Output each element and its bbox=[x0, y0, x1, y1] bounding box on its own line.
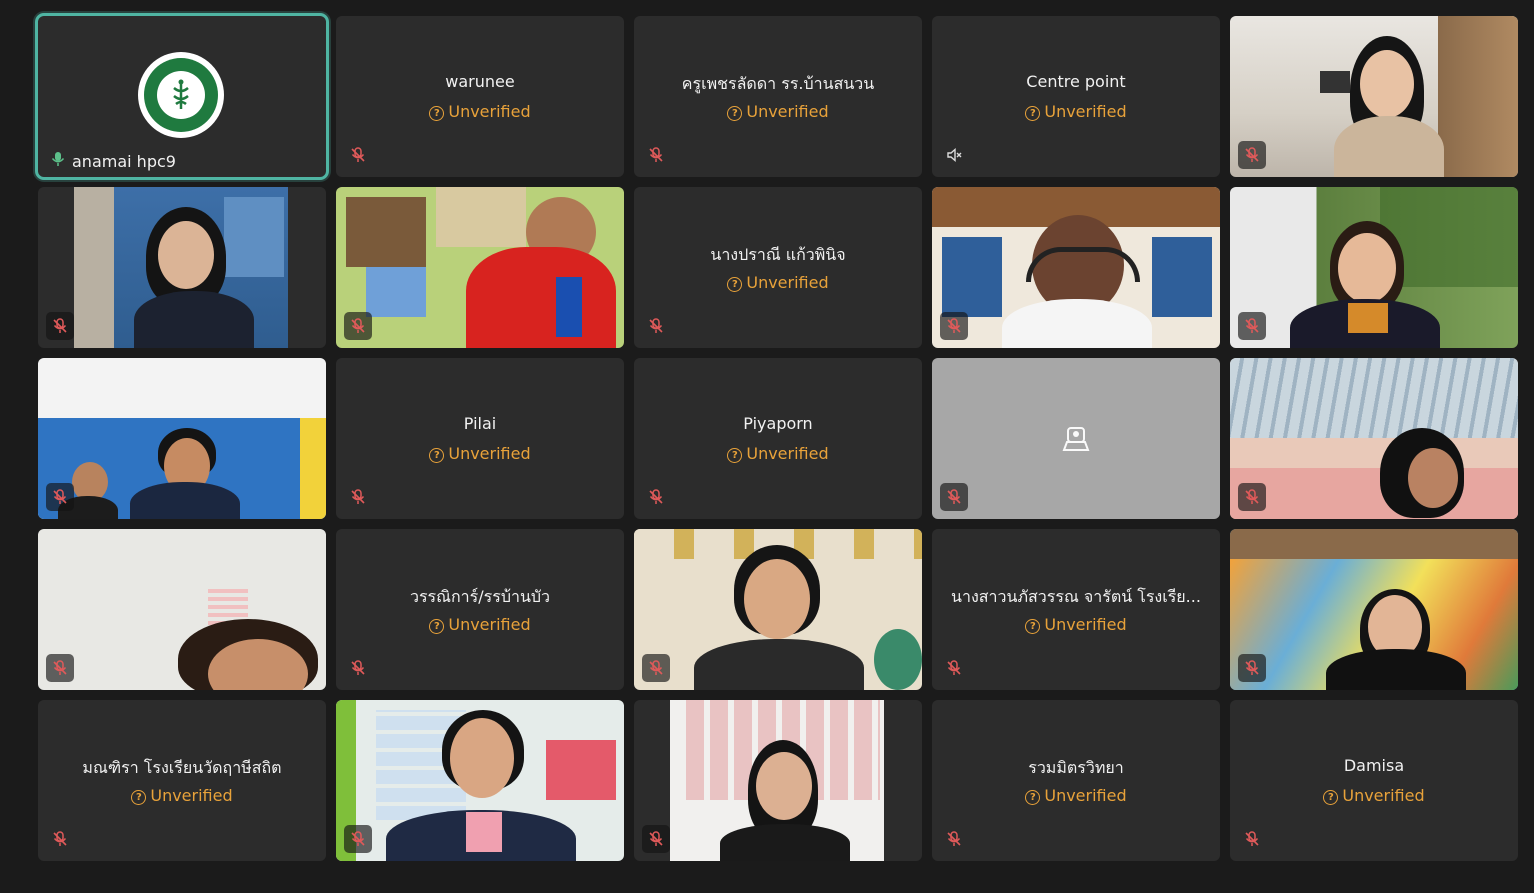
camera-off-icon bbox=[1058, 420, 1094, 460]
unverified-status: ? Unverified bbox=[932, 786, 1220, 805]
participant-tile-video-11[interactable] bbox=[336, 700, 624, 861]
video-feed bbox=[38, 187, 326, 348]
participant-name: Piyaporn bbox=[743, 414, 813, 433]
participant-tile-napatsawan[interactable]: นางสาวนภัสวรรณ จารัตน์ โรงเรีย... ? Unver… bbox=[932, 529, 1220, 690]
unverified-status: ? Unverified bbox=[336, 102, 624, 121]
participant-tile-damisa[interactable]: Damisa ? Unverified bbox=[1230, 700, 1518, 861]
unverified-status: ? Unverified bbox=[38, 786, 326, 805]
participant-tile-camera-off[interactable] bbox=[932, 358, 1220, 519]
mic-muted-icon[interactable] bbox=[344, 654, 372, 682]
participant-tile-video-9[interactable] bbox=[634, 529, 922, 690]
video-feed bbox=[1230, 187, 1518, 348]
participant-tile-petchladda[interactable]: ครูเพชรลัดดา รร.บ้านสนวน ? Unverified bbox=[634, 16, 922, 177]
ministry-logo bbox=[138, 52, 224, 138]
question-icon: ? bbox=[727, 277, 743, 292]
video-feed bbox=[1230, 529, 1518, 690]
mic-muted-icon[interactable] bbox=[344, 141, 372, 169]
mic-muted-icon[interactable] bbox=[642, 141, 670, 169]
participant-name: Damisa bbox=[1343, 756, 1405, 775]
video-feed bbox=[932, 187, 1220, 348]
mic-muted-icon[interactable] bbox=[940, 825, 968, 853]
mic-muted-icon[interactable] bbox=[940, 483, 968, 511]
participant-tile-video-12[interactable] bbox=[634, 700, 922, 861]
unverified-status: ? Unverified bbox=[634, 444, 922, 463]
participant-name: ครูเพชรลัดดา รร.บ้านสนวน bbox=[681, 74, 875, 93]
participant-tile-warunee[interactable]: warunee ? Unverified bbox=[336, 16, 624, 177]
video-feed bbox=[38, 358, 326, 519]
unverified-status: ? Unverified bbox=[634, 273, 922, 292]
mic-muted-icon[interactable] bbox=[46, 654, 74, 682]
participant-name: นางสาวนภัสวรรณ จารัตน์ โรงเรีย... bbox=[951, 587, 1201, 606]
participant-tile-centre-point[interactable]: Centre point ? Unverified bbox=[932, 16, 1220, 177]
unverified-status: ? Unverified bbox=[1230, 786, 1518, 805]
question-icon: ? bbox=[1025, 106, 1041, 121]
mic-muted-icon[interactable] bbox=[1238, 312, 1266, 340]
participant-tile-monthira[interactable]: มณฑิรา โรงเรียนวัดฤาษีสถิต ? Unverified bbox=[38, 700, 326, 861]
participant-tile-video-1[interactable] bbox=[1230, 16, 1518, 177]
unverified-status: ? Unverified bbox=[932, 102, 1220, 121]
mic-muted-icon[interactable] bbox=[642, 825, 670, 853]
question-icon: ? bbox=[131, 790, 147, 805]
participant-name: Pilai bbox=[463, 414, 497, 433]
unverified-status: ? Unverified bbox=[634, 102, 922, 121]
mic-muted-icon[interactable] bbox=[344, 312, 372, 340]
question-icon: ? bbox=[727, 448, 743, 463]
video-grid: anamai hpc9 warunee ? Unverified ครูเพชรล… bbox=[35, 13, 1518, 861]
mic-muted-icon[interactable] bbox=[344, 825, 372, 853]
participant-tile-video-8[interactable] bbox=[38, 529, 326, 690]
participant-tile-video-3[interactable] bbox=[336, 187, 624, 348]
mic-on-icon[interactable] bbox=[48, 145, 68, 173]
mic-muted-icon[interactable] bbox=[1238, 654, 1266, 682]
video-feed bbox=[336, 700, 624, 861]
participant-tile-video-4[interactable] bbox=[932, 187, 1220, 348]
mic-muted-icon[interactable] bbox=[940, 654, 968, 682]
mic-muted-icon[interactable] bbox=[642, 312, 670, 340]
participant-name: anamai hpc9 bbox=[72, 152, 176, 171]
participant-tile-video-2[interactable] bbox=[38, 187, 326, 348]
participant-name: Centre point bbox=[1026, 72, 1126, 91]
participant-name: วรรณิการ์/รรบ้านบัว bbox=[409, 587, 551, 606]
mic-muted-icon[interactable] bbox=[46, 825, 74, 853]
question-icon: ? bbox=[1323, 790, 1339, 805]
question-icon: ? bbox=[1025, 619, 1041, 634]
mic-muted-icon[interactable] bbox=[46, 312, 74, 340]
video-feed bbox=[1230, 358, 1518, 519]
participant-tile-pranee[interactable]: นางปราณี แก้วพินิจ ? Unverified bbox=[634, 187, 922, 348]
video-feed bbox=[634, 529, 922, 690]
participant-tile-wannika[interactable]: วรรณิการ์/รรบ้านบัว ? Unverified bbox=[336, 529, 624, 690]
participant-name: รวมมิตรวิทยา bbox=[1028, 758, 1124, 777]
unverified-status: ? Unverified bbox=[932, 615, 1220, 634]
question-icon: ? bbox=[429, 448, 445, 463]
unverified-status: ? Unverified bbox=[336, 615, 624, 634]
mic-muted-icon[interactable] bbox=[940, 312, 968, 340]
mic-muted-icon[interactable] bbox=[642, 483, 670, 511]
question-icon: ? bbox=[429, 106, 445, 121]
unverified-status: ? Unverified bbox=[336, 444, 624, 463]
video-feed bbox=[336, 187, 624, 348]
mic-muted-icon[interactable] bbox=[1238, 141, 1266, 169]
mic-muted-icon[interactable] bbox=[1238, 483, 1266, 511]
video-feed bbox=[38, 529, 326, 690]
video-feed bbox=[634, 700, 922, 861]
participant-tile-video-7[interactable] bbox=[1230, 358, 1518, 519]
participant-tile-piyaporn[interactable]: Piyaporn ? Unverified bbox=[634, 358, 922, 519]
participant-tile-video-6[interactable] bbox=[38, 358, 326, 519]
speaker-muted-icon[interactable] bbox=[940, 141, 968, 169]
participant-tile-video-10[interactable] bbox=[1230, 529, 1518, 690]
participant-name: มณฑิรา โรงเรียนวัดฤาษีสถิต bbox=[82, 758, 282, 777]
participant-name: นางปราณี แก้วพินิจ bbox=[710, 245, 846, 264]
mic-muted-icon[interactable] bbox=[46, 483, 74, 511]
mic-muted-icon[interactable] bbox=[1238, 825, 1266, 853]
question-icon: ? bbox=[429, 619, 445, 634]
participant-tile-ruammit[interactable]: รวมมิตรวิทยา ? Unverified bbox=[932, 700, 1220, 861]
mic-muted-icon[interactable] bbox=[344, 483, 372, 511]
participant-tile-video-5[interactable] bbox=[1230, 187, 1518, 348]
participant-tile-pilai[interactable]: Pilai ? Unverified bbox=[336, 358, 624, 519]
participant-tile-anamai-hpc9[interactable]: anamai hpc9 bbox=[35, 13, 329, 180]
participant-name: warunee bbox=[445, 72, 515, 91]
mic-muted-icon[interactable] bbox=[642, 654, 670, 682]
question-icon: ? bbox=[727, 106, 743, 121]
question-icon: ? bbox=[1025, 790, 1041, 805]
video-feed bbox=[1230, 16, 1518, 177]
